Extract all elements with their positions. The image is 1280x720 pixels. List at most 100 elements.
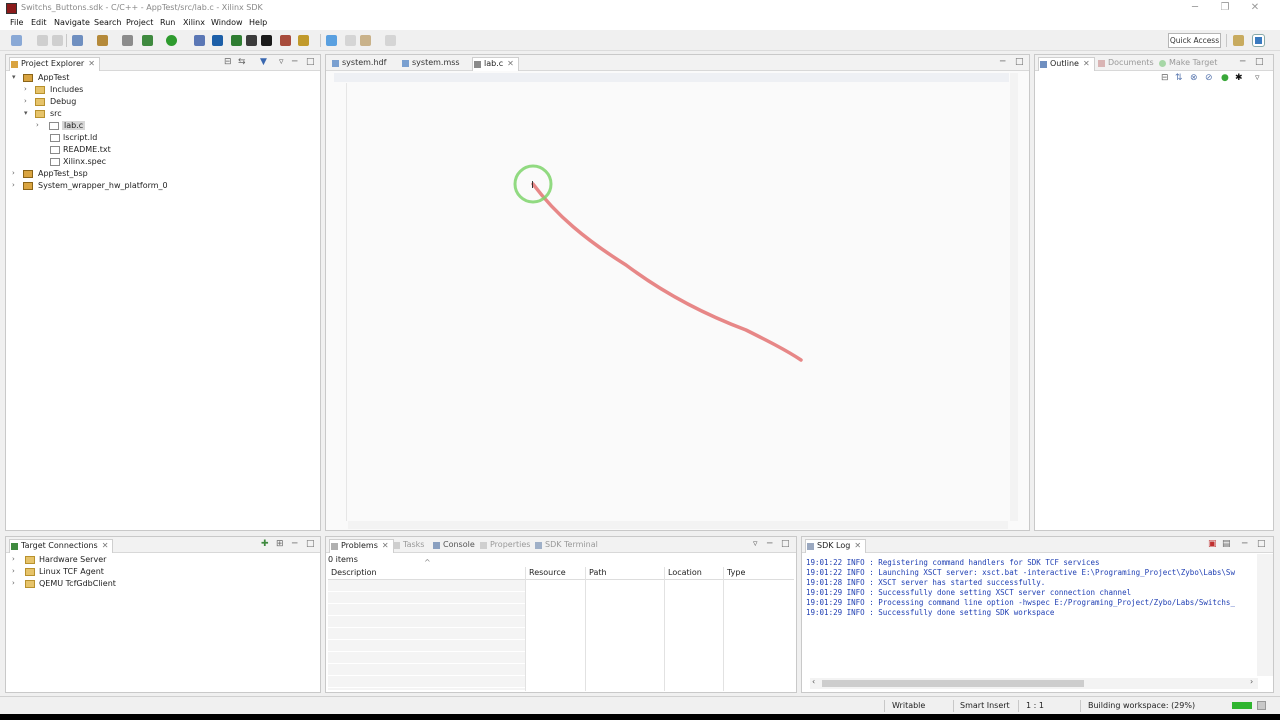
scroll-thumb[interactable]: [822, 680, 1084, 687]
menu-window[interactable]: Window: [211, 18, 243, 27]
maximize-icon[interactable]: □: [306, 539, 315, 549]
link-editor-icon[interactable]: ⇆: [238, 57, 246, 67]
column-location[interactable]: Location: [668, 568, 702, 577]
tab-tasks[interactable]: Tasks: [392, 539, 424, 553]
tree-item-apptest[interactable]: ▾ AppTest: [12, 73, 69, 82]
build-config-icon[interactable]: [72, 35, 83, 46]
tree-item-bsp[interactable]: › AppTest_bsp: [12, 169, 88, 178]
close-icon[interactable]: ✕: [102, 541, 109, 550]
open-type-icon[interactable]: [298, 35, 309, 46]
debug-icon[interactable]: [142, 35, 153, 46]
tree-item-qemu[interactable]: › QEMU TcfGdbClient: [12, 579, 116, 588]
tree-item-src[interactable]: ▾ src: [24, 109, 62, 118]
progress-view-icon[interactable]: [1257, 701, 1266, 710]
menu-navigate[interactable]: Navigate: [54, 18, 90, 27]
filter-icon[interactable]: ▼: [260, 57, 267, 67]
hide-static-icon[interactable]: ⊘: [1205, 73, 1213, 83]
cpp-perspective-icon[interactable]: [1252, 34, 1265, 47]
minimize-button[interactable]: ─: [1180, 1, 1210, 15]
external-tools-icon[interactable]: [194, 35, 205, 46]
log-horizontal-scrollbar[interactable]: ‹ ›: [810, 677, 1258, 689]
maximize-button[interactable]: ❐: [1210, 1, 1240, 15]
new-icon[interactable]: [11, 35, 22, 46]
tree-item-linux-tcf-agent[interactable]: › Linux TCF Agent: [12, 567, 104, 576]
menu-file[interactable]: File: [10, 18, 23, 27]
view-menu-icon[interactable]: ▿: [1255, 73, 1260, 83]
connection-menu-icon[interactable]: ⊞: [276, 539, 284, 549]
back-icon[interactable]: [360, 35, 371, 46]
maximize-icon[interactable]: □: [1255, 57, 1264, 67]
new-connection-icon[interactable]: ✚: [261, 539, 269, 549]
tree-item-includes[interactable]: › Includes: [24, 85, 83, 94]
menu-run[interactable]: Run: [160, 18, 175, 27]
tree-item-readme[interactable]: README.txt: [48, 145, 111, 154]
sort-icon[interactable]: ⇅: [1175, 73, 1183, 83]
tab-problems[interactable]: Problems ✕: [329, 539, 394, 553]
collapse-all-icon[interactable]: ⊟: [224, 57, 232, 67]
tree-item-lscript[interactable]: lscript.ld: [48, 133, 97, 142]
close-icon[interactable]: ✕: [854, 541, 861, 550]
save-icon[interactable]: [37, 35, 48, 46]
run-icon[interactable]: [166, 35, 177, 46]
menu-project[interactable]: Project: [126, 18, 153, 27]
terminal-icon[interactable]: [212, 35, 223, 46]
toggle-mark-icon[interactable]: [326, 35, 337, 46]
column-type[interactable]: Type: [727, 568, 745, 577]
last-edit-icon[interactable]: [345, 35, 356, 46]
scroll-left-icon[interactable]: ‹: [812, 677, 815, 686]
launch-shell-icon[interactable]: [261, 35, 272, 46]
tab-sdk-terminal[interactable]: SDK Terminal: [534, 539, 598, 553]
log-vertical-scrollbar[interactable]: [1257, 554, 1273, 676]
tab-console[interactable]: Console: [432, 539, 475, 553]
maximize-icon[interactable]: □: [306, 57, 315, 67]
close-icon[interactable]: ✕: [88, 59, 95, 68]
tree-item-lab-c[interactable]: › lab.c: [36, 121, 86, 130]
clear-log-icon[interactable]: ▣: [1208, 539, 1217, 549]
tree-item-hardware-server[interactable]: › Hardware Server: [12, 555, 106, 564]
tree-item-debug[interactable]: › Debug: [24, 97, 76, 106]
menu-search[interactable]: Search: [94, 18, 121, 27]
column-description[interactable]: Description: [331, 568, 377, 577]
minimize-icon[interactable]: ─: [292, 539, 297, 549]
column-resource[interactable]: Resource: [529, 568, 566, 577]
menu-xilinx[interactable]: Xilinx: [183, 18, 205, 27]
print-icon[interactable]: [122, 35, 133, 46]
tab-project-explorer[interactable]: Project Explorer ✕: [9, 57, 100, 71]
maximize-icon[interactable]: □: [1257, 539, 1266, 549]
minimize-icon[interactable]: ─: [1242, 539, 1247, 549]
program-fpga-icon[interactable]: [231, 35, 242, 46]
close-button[interactable]: ✕: [1240, 1, 1270, 15]
tab-make-target[interactable]: Make Target: [1158, 57, 1217, 71]
xsct-console-icon[interactable]: [246, 35, 257, 46]
column-path[interactable]: Path: [589, 568, 607, 577]
quick-access-input[interactable]: Quick Access: [1168, 33, 1221, 48]
minimize-icon[interactable]: ─: [292, 57, 297, 67]
build-icon[interactable]: [97, 35, 108, 46]
tab-sdk-log[interactable]: SDK Log ✕: [805, 539, 867, 553]
view-menu-icon[interactable]: ▿: [279, 57, 284, 67]
tab-properties[interactable]: Properties: [479, 539, 530, 553]
close-icon[interactable]: ✕: [1083, 59, 1090, 68]
menu-help[interactable]: Help: [249, 18, 267, 27]
minimize-icon[interactable]: ─: [1240, 57, 1245, 67]
lock-scroll-icon[interactable]: ▤: [1222, 539, 1231, 549]
save-all-icon[interactable]: [52, 35, 63, 46]
search-icon[interactable]: [280, 35, 291, 46]
collapse-all-icon[interactable]: ⊟: [1161, 73, 1169, 83]
tab-target-connections[interactable]: Target Connections ✕: [9, 539, 114, 553]
scroll-right-icon[interactable]: ›: [1250, 677, 1253, 686]
menu-edit[interactable]: Edit: [31, 18, 47, 27]
close-icon[interactable]: ✕: [382, 541, 389, 550]
tab-documents[interactable]: Documents: [1097, 57, 1154, 71]
hide-nonpublic-icon[interactable]: ●: [1221, 73, 1229, 83]
view-menu-icon[interactable]: ▿: [753, 539, 758, 549]
tree-item-xilinx-spec[interactable]: Xilinx.spec: [48, 157, 106, 166]
maximize-icon[interactable]: □: [781, 539, 790, 549]
tree-item-hw-platform[interactable]: › System_wrapper_hw_platform_0: [12, 181, 168, 190]
forward-icon[interactable]: [385, 35, 396, 46]
group-includes-icon[interactable]: ✱: [1235, 73, 1243, 83]
minimize-icon[interactable]: ─: [767, 539, 772, 549]
hide-fields-icon[interactable]: ⊗: [1190, 73, 1198, 83]
tab-outline[interactable]: Outline ✕: [1038, 57, 1095, 71]
open-perspective-icon[interactable]: [1233, 35, 1244, 46]
